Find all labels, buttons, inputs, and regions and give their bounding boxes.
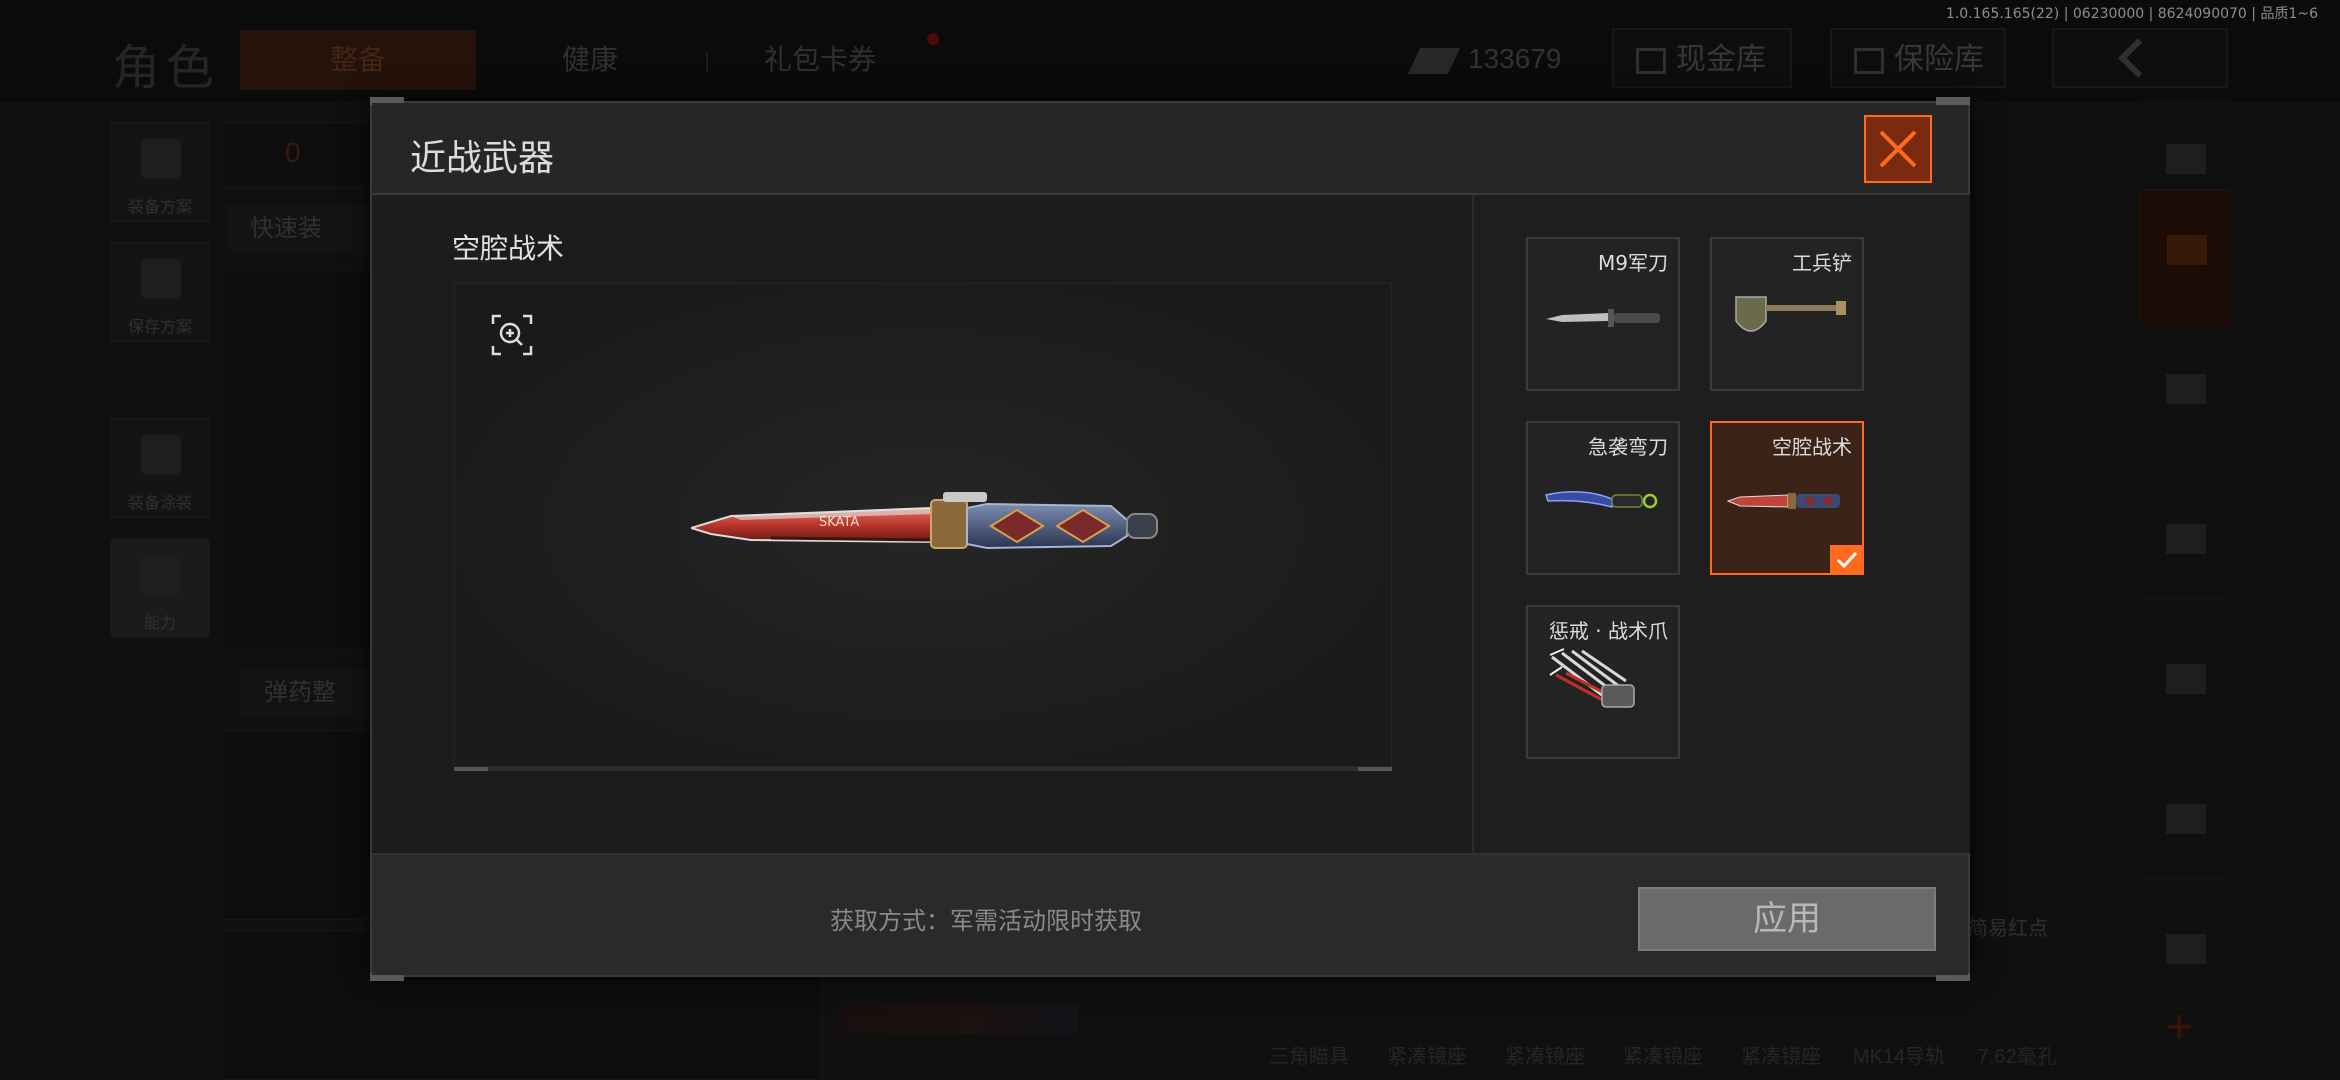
- weapon-preview[interactable]: SKATA: [454, 283, 1392, 767]
- hollow-tactical-knife-image: SKATA: [691, 492, 1158, 550]
- weapon-list: M9军刀 工兵铲 急袭弯刀 空腔战术 惩戒 · 战术爪: [1476, 195, 1970, 853]
- weapon-item-hollow-tactical[interactable]: 空腔战术: [1710, 421, 1864, 575]
- m9-knife-icon: [1546, 309, 1660, 327]
- weapon-item-m9[interactable]: M9军刀: [1526, 237, 1680, 391]
- weapon-item-shovel[interactable]: 工兵铲: [1710, 237, 1864, 391]
- preview-pane: 空腔战术 SKATA: [372, 195, 1474, 853]
- acquire-method: 获取方式：军需活动限时获取: [830, 907, 1142, 935]
- weapon-item-label: 空腔战术: [1772, 435, 1852, 459]
- close-icon: [1879, 130, 1917, 168]
- selected-weapon-name: 空腔战术: [452, 232, 565, 265]
- tactical-claw-icon: [1549, 648, 1635, 708]
- dialog-title: 近战武器: [410, 138, 555, 179]
- dialog-header: 近战武器: [372, 103, 1968, 195]
- check-icon: [1836, 551, 1858, 569]
- weapon-item-label: 惩戒 · 战术爪: [1548, 619, 1668, 643]
- preview-rail: [454, 767, 1392, 771]
- weapon-item-label: 急袭弯刀: [1588, 435, 1668, 459]
- weapon-item-label: 工兵铲: [1792, 251, 1852, 275]
- apply-button[interactable]: 应用: [1638, 887, 1936, 951]
- weapon-item-tactical-claw[interactable]: 惩戒 · 战术爪: [1526, 605, 1680, 759]
- dialog-footer: 获取方式：军需活动限时获取 应用: [372, 853, 1968, 975]
- svg-text:SKATA: SKATA: [819, 515, 859, 530]
- selected-checkmark: [1830, 545, 1864, 575]
- zoom-button[interactable]: [491, 314, 533, 356]
- weapon-item-label: M9军刀: [1598, 251, 1668, 275]
- zoom-in-icon: [491, 314, 533, 356]
- melee-weapon-dialog: 近战武器 空腔战术 SKATA M9军刀 工兵铲 急袭弯刀 空腔战术 惩戒 · …: [370, 97, 1970, 981]
- hollow-tactical-knife-icon: [1726, 493, 1840, 509]
- shovel-icon: [1735, 296, 1846, 332]
- close-button[interactable]: [1864, 115, 1932, 183]
- karambit-icon: [1545, 491, 1658, 509]
- weapon-item-karambit[interactable]: 急袭弯刀: [1526, 421, 1680, 575]
